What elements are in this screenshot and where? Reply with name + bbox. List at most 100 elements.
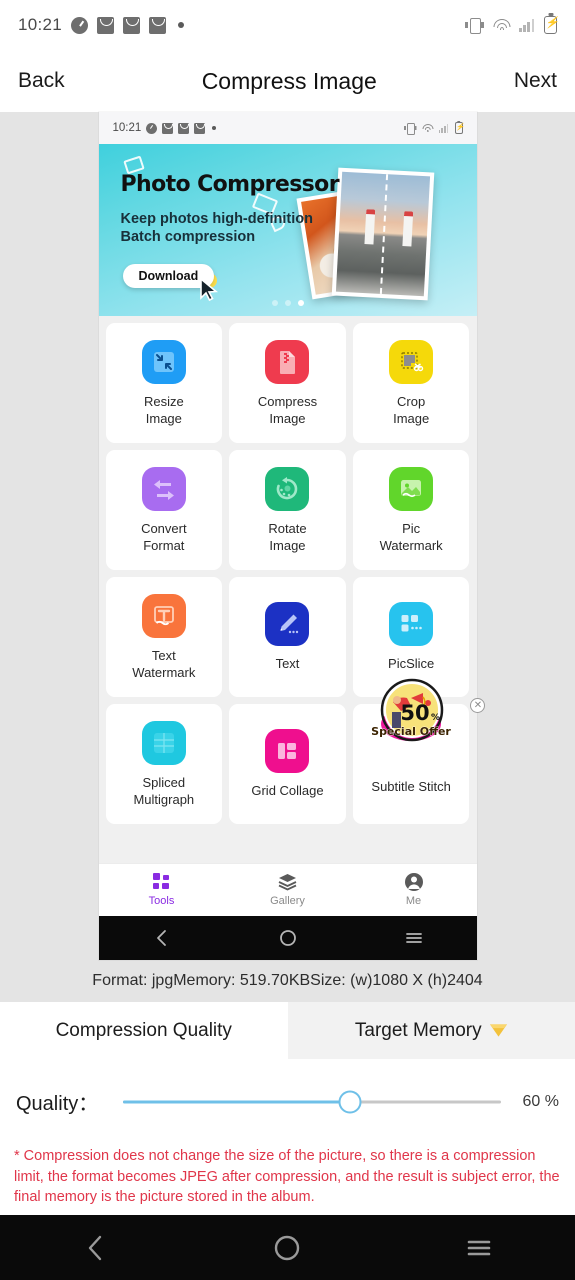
recents-menu-icon[interactable] [405,929,423,947]
tool-card-label: Pic Watermark [379,520,443,553]
layers-icon [278,874,297,891]
vibrate-icon [465,17,485,34]
svg-text:50: 50 [401,701,430,725]
resize-icon [141,339,186,384]
text-watermark-icon [141,593,186,638]
spliced-panels-icon [141,720,186,765]
preview-bottom-tabs: Tools Gallery Me [98,863,477,916]
dot-icon [178,22,185,28]
slider-thumb[interactable] [338,1090,362,1113]
tool-card-label: Rotate Image [268,520,307,553]
battery-charging-icon [454,122,463,134]
recents-menu-icon[interactable] [464,1233,494,1263]
quality-row: Quality： 60 % [0,1059,575,1144]
next-button[interactable]: Next [514,69,557,93]
photo-watermark-icon [389,466,434,511]
tool-card-label: Subtitle Stitch [371,778,451,794]
preview-tab-label: Me [405,895,422,907]
gem-icon [489,1024,507,1037]
svg-text:%: % [431,713,440,723]
page-title: Compress Image [201,67,377,94]
preview-tab-label: Gallery [270,895,305,907]
back-chevron-icon[interactable] [81,1233,111,1263]
image-preview-stage[interactable]: 10:21 ⚡ Photo Compressor Keep photos hig… [0,112,575,960]
convert-arrows-icon [141,466,186,511]
tab-label: Compression Quality [55,1019,232,1041]
status-bar-clock: 10:21 [18,15,63,34]
preview-clock: 10:21 [112,122,142,134]
tool-card-compress-image[interactable]: Compress Image [229,323,346,443]
compress-file-icon [265,339,310,384]
preview-system-nav [98,916,477,960]
tool-card-pic-watermark[interactable]: Pic Watermark [352,450,470,570]
tool-card-label: Resize Image [143,393,184,426]
tool-card-crop-image[interactable]: Crop Image [352,323,470,443]
tool-card-text[interactable]: Text [229,577,346,697]
tab-label: Target Memory [354,1019,482,1041]
carousel-dot[interactable] [271,300,278,306]
mail-icon [97,16,115,34]
tab-target-memory[interactable]: Target Memory [287,1002,575,1059]
mail-icon [149,16,167,34]
tool-grid: Resize Image Compress Image Crop Image C… [98,316,486,863]
home-circle-icon[interactable] [272,1233,302,1263]
tool-card-label: Spliced Multigraph [133,774,195,807]
tool-card-resize-image[interactable]: Resize Image [105,323,223,443]
vibrate-icon [403,122,417,135]
preview-status-bar: 10:21 [98,112,477,144]
tool-card-subtitle-stitch[interactable]: ✕ 50 % Special Offer Subtitle Stitch [352,678,486,824]
preview-tab-me[interactable]: Me [351,864,477,916]
pencil-icon [265,602,310,646]
tool-card-grid-collage[interactable]: Grid Collage [229,704,346,824]
before-after-divider [379,174,388,295]
close-circle-icon[interactable]: ✕ [470,698,486,713]
tab-compression-quality[interactable]: Compression Quality [0,1002,288,1059]
banner-subtitle-line2: Batch compression [120,229,256,245]
tool-card-text-watermark[interactable]: Text Watermark [105,577,223,697]
system-nav-bar [0,1215,575,1280]
clock-icon [71,16,89,34]
carousel-dot[interactable] [284,300,291,306]
svg-text:Special Offer: Special Offer [371,725,451,738]
carousel-dots[interactable] [99,300,477,306]
app-header: Back Compress Image Next [0,50,575,112]
quality-value: 60 % [522,1092,559,1110]
banner-subtitle: Keep photos high-definition Batch compre… [121,210,314,246]
dot-icon [212,126,217,130]
rotate-icon [265,466,310,511]
slider-fill [123,1100,350,1103]
tool-card-label: PicSlice [388,656,435,671]
mail-icon [194,122,206,134]
tool-card-label: Convert Format [141,520,187,553]
promo-banner[interactable]: Photo Compressor Keep photos high-defini… [98,144,477,316]
subtitle-stitch-icon[interactable]: 50 % Special Offer [371,672,452,752]
tool-card-label: Crop Image [393,393,430,426]
banner-subtitle-line1: Keep photos high-definition [120,211,314,227]
system-status-bar: 10:21 [0,0,575,50]
carousel-dot-active[interactable] [297,300,304,306]
tool-card-label: Text [275,656,300,671]
wifi-icon [493,18,511,32]
mail-icon [123,16,141,34]
signal-icon [438,123,450,133]
picslice-grid-icon [389,602,434,646]
clock-icon [146,122,158,134]
tool-card-spliced-multigraph[interactable]: Spliced Multigraph [105,704,223,824]
preview-status-left: 10:21 [113,122,217,134]
preview-screenshot: 10:21 ⚡ Photo Compressor Keep photos hig… [98,112,486,960]
back-chevron-icon[interactable] [153,929,171,947]
preview-tab-tools[interactable]: Tools [99,864,225,916]
tool-card-convert-format[interactable]: Convert Format [105,450,223,570]
grid-collage-icon [265,729,310,773]
back-button[interactable]: Back [18,69,65,93]
mail-icon [178,122,190,134]
tool-card-rotate-image[interactable]: Rotate Image [229,450,346,570]
preview-status-right [403,122,463,135]
mail-icon [162,122,174,134]
tool-card-label: Compress Image [257,393,318,426]
home-circle-icon[interactable] [279,929,297,947]
status-bar-right [465,16,557,34]
quality-slider[interactable] [123,1087,501,1117]
tool-card-label: Text Watermark [132,647,196,680]
preview-tab-gallery[interactable]: Gallery [225,864,351,916]
